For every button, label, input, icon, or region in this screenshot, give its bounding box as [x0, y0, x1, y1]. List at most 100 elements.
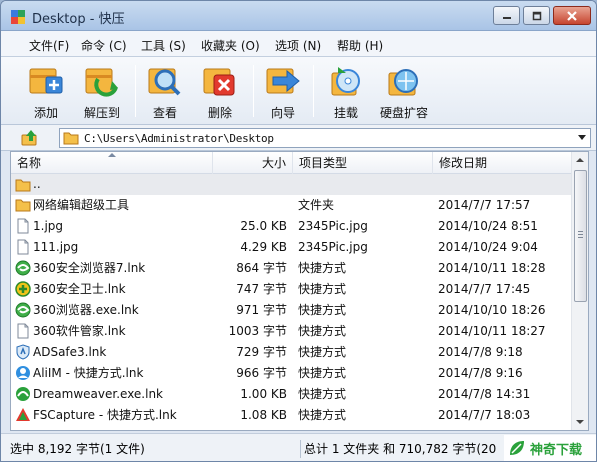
- table-row[interactable]: 360软件管家.lnk 1003 字节 快捷方式 2014/10/11 18:27: [11, 321, 572, 342]
- up-folder-icon[interactable]: [21, 129, 39, 147]
- mount-label: 挂载: [333, 106, 358, 120]
- row-date: 2014/10/24 8:51: [438, 219, 538, 233]
- row-name: ADSafe3.lnk: [33, 345, 107, 359]
- maximize-icon: [532, 11, 541, 20]
- row-date: 2014/7/8 14:31: [438, 387, 531, 401]
- extract-label: 解压到: [83, 106, 120, 120]
- disk-expand-button[interactable]: 硬盘扩容: [373, 61, 435, 121]
- row-name: 360安全浏览器7.lnk: [33, 261, 146, 275]
- row-type: [298, 174, 428, 195]
- row-size: 1003 字节: [228, 324, 287, 338]
- row-size: 4.29 KB: [240, 240, 287, 254]
- file-icon: [17, 323, 29, 339]
- menu-tools[interactable]: 工具 (S): [141, 37, 186, 54]
- row-type: 快捷方式: [298, 261, 347, 275]
- wizard-button[interactable]: 向导: [252, 61, 314, 121]
- folder-icon: [15, 199, 31, 212]
- menu-help[interactable]: 帮助 (H): [337, 37, 383, 54]
- row-size: 25.0 KB: [240, 219, 287, 233]
- scroll-up-icon[interactable]: [576, 158, 584, 162]
- row-date: [438, 174, 572, 195]
- menu-options[interactable]: 选项 (N): [275, 37, 321, 54]
- column-type-label: 项目类型: [299, 156, 348, 170]
- vertical-scrollbar[interactable]: [571, 152, 588, 430]
- row-type: 2345Pic.jpg: [298, 240, 368, 254]
- sort-up-icon: [108, 153, 116, 157]
- column-date-label: 修改日期: [439, 156, 488, 170]
- row-date: 2014/10/11 18:27: [438, 324, 546, 338]
- scrollbar-thumb[interactable]: [574, 170, 587, 302]
- wizard-arrow-icon: [266, 68, 300, 94]
- wizard-label: 向导: [270, 106, 295, 120]
- table-row[interactable]: 111.jpg 4.29 KB 2345Pic.jpg 2014/10/24 9:04: [11, 237, 572, 258]
- add-archive-icon: [29, 68, 63, 94]
- column-header-size[interactable]: 大小: [213, 152, 293, 174]
- row-name: 360安全卫士.lnk: [33, 282, 126, 296]
- view-button[interactable]: 查看: [134, 61, 196, 121]
- row-size: [213, 174, 287, 195]
- aliim-icon: [16, 366, 30, 380]
- toolbar-separator: [313, 65, 314, 117]
- table-row[interactable]: Dreamweaver.exe.lnk 1.00 KB 快捷方式 2014/7/8 1…: [11, 384, 572, 405]
- table-row[interactable]: 360安全浏览器7.lnk 864 字节 快捷方式 2014/10/11 18:28: [11, 258, 572, 279]
- watermark-leaf-icon: [510, 441, 524, 455]
- row-name: ..: [33, 177, 41, 191]
- scroll-down-icon[interactable]: [576, 420, 584, 424]
- address-input[interactable]: C:\Users\Administrator\Desktop: [59, 128, 591, 148]
- column-header-name[interactable]: 名称: [11, 152, 213, 174]
- row-size: 966 字节: [236, 366, 287, 380]
- table-row[interactable]: 网络编辑超级工具 文件夹 2014/7/7 17:57: [11, 195, 572, 216]
- table-row[interactable]: ..: [11, 174, 572, 195]
- row-name: AliIM - 快捷方式.lnk: [33, 366, 144, 380]
- delete-icon: [203, 68, 235, 96]
- menu-bar: 文件(F) 命令 (C) 工具 (S) 收藏夹 (O) 选项 (N) 帮助 (H…: [1, 31, 596, 57]
- table-row[interactable]: 1.jpg 25.0 KB 2345Pic.jpg 2014/10/24 8:51: [11, 216, 572, 237]
- mount-button[interactable]: 挂载: [315, 61, 377, 121]
- table-row[interactable]: 360安全卫士.lnk 747 字节 快捷方式 2014/7/7 17:45: [11, 279, 572, 300]
- delete-button[interactable]: 删除: [189, 61, 251, 121]
- row-date: 2014/7/7 17:45: [438, 282, 531, 296]
- row-name: FSCapture - 快捷方式.lnk: [33, 408, 177, 422]
- row-type: 快捷方式: [298, 303, 347, 317]
- status-total: 总计 1 文件夹 和 710,782 字节(20 文: [300, 440, 500, 458]
- dreamweaver-icon: [16, 387, 30, 401]
- row-type: 快捷方式: [298, 408, 347, 422]
- row-name: 1.jpg: [33, 219, 64, 233]
- menu-file[interactable]: 文件(F): [29, 37, 69, 54]
- column-header-type[interactable]: 项目类型: [293, 152, 433, 174]
- chevron-down-icon[interactable]: [578, 135, 586, 140]
- delete-label: 删除: [207, 106, 232, 120]
- row-type: 文件夹: [298, 198, 335, 212]
- maximize-button[interactable]: [523, 6, 550, 25]
- row-type: 2345Pic.jpg: [298, 219, 368, 233]
- fscapture-icon: [16, 408, 30, 421]
- row-size: 729 字节: [236, 345, 287, 359]
- menu-favorites[interactable]: 收藏夹 (O): [201, 37, 260, 54]
- close-button[interactable]: [553, 6, 591, 25]
- title-bar[interactable]: Desktop - 快压: [1, 1, 596, 31]
- row-size: 1.08 KB: [240, 408, 287, 422]
- window-title: Desktop - 快压: [32, 12, 125, 27]
- disk-expand-icon: [388, 69, 418, 96]
- table-row[interactable]: ADSafe3.lnk 729 字节 快捷方式 2014/7/8 9:18: [11, 342, 572, 363]
- table-row[interactable]: 360浏览器.exe.lnk 971 字节 快捷方式 2014/10/10 18:26: [11, 300, 572, 321]
- menu-command[interactable]: 命令 (C): [81, 37, 127, 54]
- extract-to-button[interactable]: 解压到: [71, 61, 133, 121]
- file-list: 名称 大小 项目类型 修改日期 .. 网络编辑超级工具 文件夹 2014/7/7 17…: [10, 151, 589, 431]
- view-label: 查看: [152, 106, 177, 120]
- browser-icon: [15, 260, 31, 276]
- column-header-date[interactable]: 修改日期: [433, 152, 572, 174]
- add-button[interactable]: 添加: [15, 61, 77, 121]
- row-name: 111.jpg: [33, 240, 79, 254]
- grip-line: [578, 234, 583, 235]
- table-row[interactable]: AliIM - 快捷方式.lnk 966 字节 快捷方式 2014/7/8 9:16: [11, 363, 572, 384]
- minimize-button[interactable]: [493, 6, 520, 25]
- disk-expand-label: 硬盘扩容: [379, 106, 428, 120]
- grip-line: [578, 231, 583, 232]
- extract-icon: [85, 68, 118, 97]
- view-magnifier-icon: [148, 68, 181, 96]
- table-row[interactable]: FSCapture - 快捷方式.lnk 1.08 KB 快捷方式 2014/7/7 …: [11, 405, 572, 426]
- file-icon: [17, 239, 29, 255]
- watermark-text: 神奇下载: [530, 443, 583, 458]
- file-icon: [17, 218, 29, 234]
